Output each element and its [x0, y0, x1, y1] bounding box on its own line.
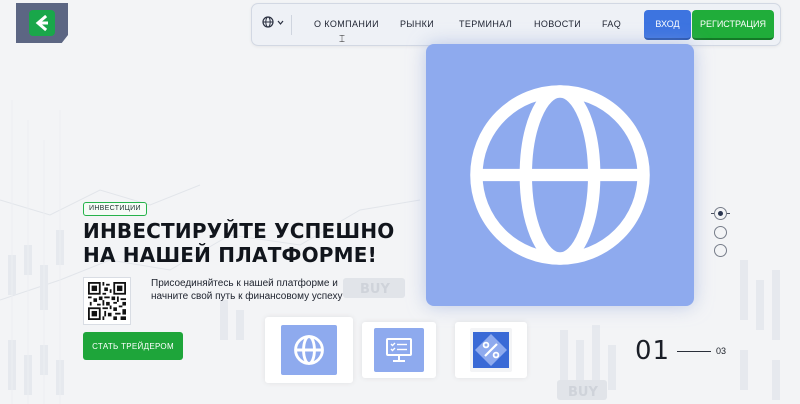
login-button[interactable]: ВХОД — [644, 10, 691, 40]
nav-link-company[interactable]: О КОМПАНИИ — [314, 19, 379, 29]
hero-image-card — [426, 44, 694, 306]
slider-dot-2[interactable] — [714, 226, 727, 239]
qr-code — [83, 277, 131, 325]
percent-badge-icon — [473, 332, 509, 368]
slider-dot-1[interactable] — [714, 207, 727, 220]
background-buy-label: BUY — [568, 385, 598, 400]
page-title-line: НА НАШЕЙ ПЛАТФОРМЕ! — [83, 243, 377, 267]
language-selector[interactable] — [262, 16, 284, 28]
category-badge: ИНВЕСТИЦИИ — [83, 202, 147, 216]
chevron-down-icon — [277, 20, 284, 25]
globe-icon — [262, 16, 274, 28]
nav-link-terminal[interactable]: ТЕРМИНАЛ — [459, 19, 512, 29]
slide-thumbnail-2[interactable] — [362, 322, 436, 378]
qr-code-icon — [88, 282, 126, 320]
slide-counter-current: 01 — [635, 336, 671, 366]
slide-counter-total: 03 — [716, 346, 727, 356]
register-button[interactable]: РЕГИСТРАЦИЯ — [692, 10, 774, 40]
nav-link-news[interactable]: НОВОСТИ — [534, 19, 581, 29]
hero-subtitle: Присоединяйтесь к нашей платформе и начн… — [151, 277, 391, 303]
text-cursor-icon: ⌶ — [339, 34, 345, 45]
hero-subtitle-line: начните свой путь к финансовому успеху — [151, 291, 343, 302]
become-trader-button[interactable]: СТАТЬ ТРЕЙДЕРОМ — [83, 332, 183, 360]
page-title-line: ИНВЕСТИРУЙТЕ УСПЕШНО — [83, 219, 395, 243]
brand-arrow-logo-icon — [29, 10, 55, 36]
globe-icon — [294, 335, 324, 365]
monitor-checklist-icon — [386, 338, 412, 362]
page-title: ИНВЕСТИРУЙТЕ УСПЕШНО НА НАШЕЙ ПЛАТФОРМЕ! — [83, 219, 403, 267]
nav-link-faq[interactable]: FAQ — [602, 19, 621, 29]
counter-divider — [677, 351, 711, 352]
brand-logo[interactable] — [16, 3, 68, 43]
nav-link-markets[interactable]: РЫНКИ — [400, 19, 434, 29]
globe-icon — [470, 85, 650, 265]
slide-thumbnail-3[interactable] — [455, 322, 527, 378]
hero-subtitle-line: Присоединяйтесь к нашей платформе и — [151, 278, 338, 289]
top-navigation: О КОМПАНИИ РЫНКИ ТЕРМИНАЛ НОВОСТИ FAQ ВХ… — [251, 3, 781, 46]
nav-divider — [291, 15, 292, 35]
slider-dot-3[interactable] — [714, 244, 727, 257]
slide-thumbnail-1[interactable] — [265, 317, 353, 383]
